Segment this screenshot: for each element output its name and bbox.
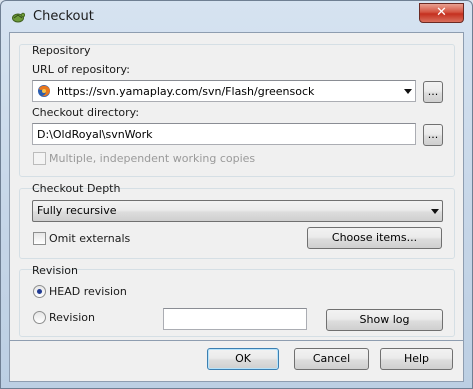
head-revision-label: HEAD revision bbox=[49, 285, 127, 298]
depth-selected-value: Fully recursive bbox=[37, 204, 117, 217]
chevron-down-icon[interactable] bbox=[431, 209, 439, 214]
dialog-footer: OK Cancel Help bbox=[9, 341, 464, 382]
omit-externals-label: Omit externals bbox=[49, 232, 131, 245]
multiple-copies-checkbox[interactable] bbox=[33, 152, 46, 165]
checkout-dir-label: Checkout directory: bbox=[32, 106, 140, 119]
repository-group-title: Repository bbox=[32, 44, 91, 57]
radio-selected-dot bbox=[37, 289, 42, 294]
checkout-dir-value: D:\OldRoyal\svnWork bbox=[37, 128, 153, 141]
url-value: https://svn.yamaplay.com/svn/Flash/green… bbox=[57, 85, 315, 98]
choose-items-button[interactable]: Choose items... bbox=[307, 227, 442, 249]
chevron-down-icon[interactable] bbox=[404, 89, 412, 94]
url-combo[interactable]: https://svn.yamaplay.com/svn/Flash/green… bbox=[32, 80, 416, 102]
close-button[interactable]: ✕ bbox=[419, 3, 464, 23]
depth-select[interactable]: Fully recursive bbox=[32, 200, 443, 222]
depth-group-title: Checkout Depth bbox=[32, 182, 121, 195]
omit-externals-checkbox[interactable] bbox=[33, 232, 46, 245]
help-button[interactable]: Help bbox=[380, 348, 453, 370]
multiple-copies-label: Multiple, independent working copies bbox=[49, 152, 256, 165]
url-label: URL of repository: bbox=[32, 63, 130, 76]
window-title: Checkout bbox=[33, 9, 94, 24]
title-bar[interactable]: Checkout ✕ bbox=[1, 1, 472, 31]
checkout-dir-input[interactable]: D:\OldRoyal\svnWork bbox=[32, 123, 416, 145]
show-log-button[interactable]: Show log bbox=[326, 309, 443, 331]
revision-radio[interactable] bbox=[33, 311, 46, 324]
head-revision-radio[interactable] bbox=[33, 285, 46, 298]
revision-group-title: Revision bbox=[32, 264, 78, 277]
firefox-icon bbox=[38, 85, 50, 97]
checkout-dialog: Checkout ✕ Repository URL of repository:… bbox=[0, 0, 473, 389]
ok-button[interactable]: OK bbox=[207, 348, 279, 370]
dialog-body: Repository URL of repository: https://sv… bbox=[9, 32, 464, 341]
revision-input[interactable] bbox=[163, 308, 307, 330]
tortoise-svn-icon bbox=[12, 12, 25, 23]
revision-label: Revision bbox=[49, 311, 95, 324]
cancel-button[interactable]: Cancel bbox=[294, 348, 369, 370]
browse-dir-button[interactable]: ... bbox=[423, 124, 443, 146]
browse-url-button[interactable]: ... bbox=[423, 81, 443, 103]
